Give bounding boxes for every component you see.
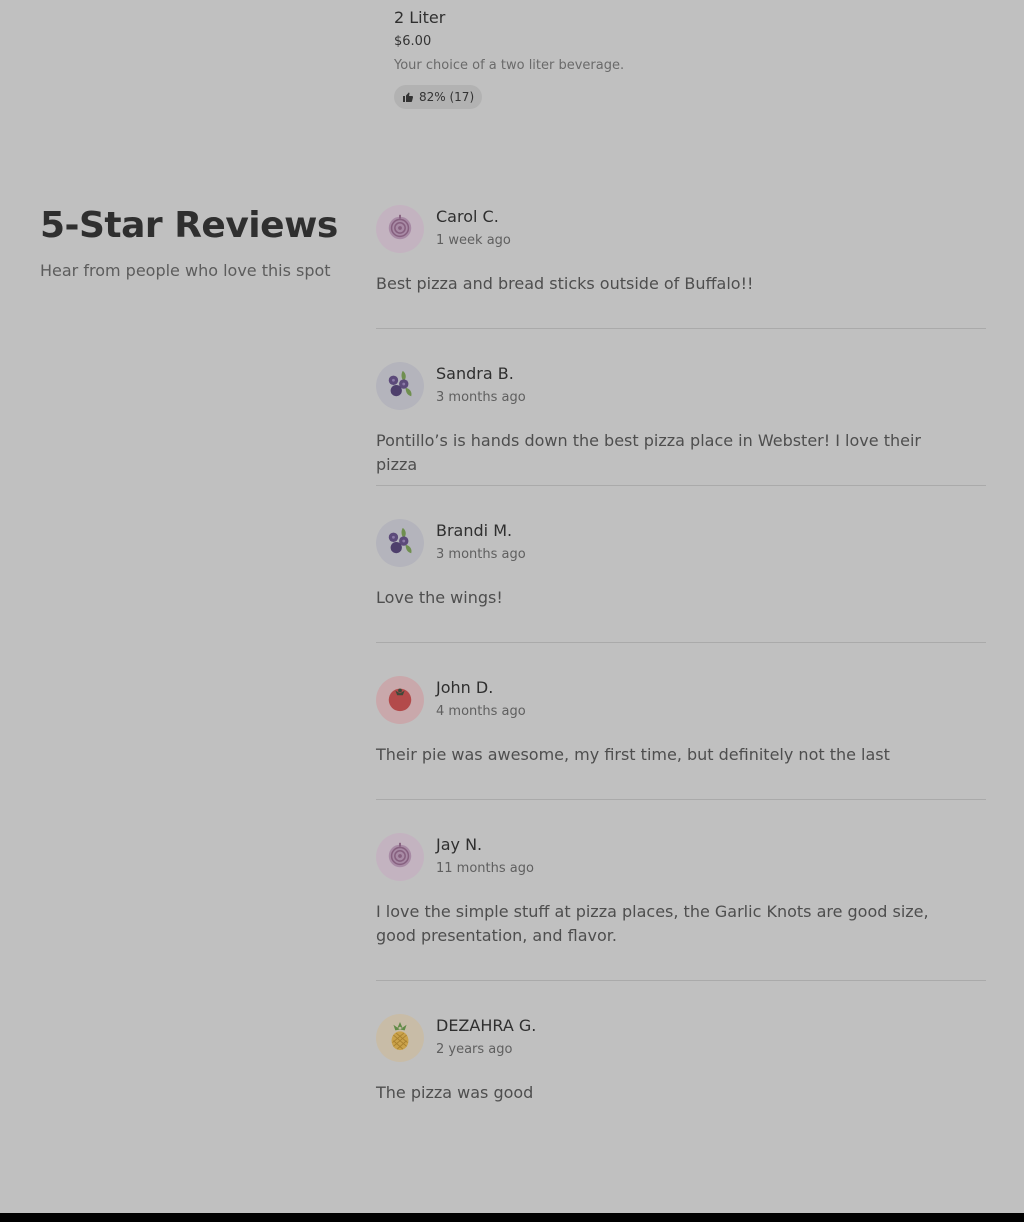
- footer-bar: [0, 1213, 1024, 1222]
- review-divider: [376, 485, 986, 486]
- onion-icon: [385, 212, 415, 246]
- thumbs-up-icon: [403, 92, 414, 102]
- review-divider: [376, 980, 986, 981]
- tomato-icon: [385, 683, 415, 717]
- blueberry-icon: [385, 369, 415, 403]
- menu-item-name: 2 Liter: [394, 8, 446, 27]
- avatar: [376, 519, 424, 567]
- review-date: 11 months ago: [436, 861, 534, 876]
- review-text: Best pizza and bread sticks outside of B…: [376, 274, 754, 293]
- onion-icon: [385, 840, 415, 874]
- reviews-heading: 5-Star Reviews: [40, 205, 338, 246]
- reviewer-name: John D.: [436, 678, 494, 697]
- menu-item-price: $6.00: [394, 34, 432, 49]
- avatar: [376, 676, 424, 724]
- review-date: 4 months ago: [436, 704, 526, 719]
- menu-item-card[interactable]: 2 Liter $6.00 Your choice of a two liter…: [394, 6, 624, 109]
- review-text: The pizza was good: [376, 1083, 534, 1102]
- avatar: [376, 833, 424, 881]
- review-date: 3 months ago: [436, 390, 526, 405]
- reviewer-name: Carol C.: [436, 207, 499, 226]
- menu-item-description: Your choice of a two liter beverage.: [394, 58, 625, 73]
- review-text: I love the simple stuff at pizza places,…: [376, 902, 929, 945]
- review-date: 3 months ago: [436, 547, 526, 562]
- avatar: [376, 362, 424, 410]
- avatar: [376, 205, 424, 253]
- rating-text: 82% (17): [419, 90, 475, 104]
- review-divider: [376, 328, 986, 329]
- review-divider: [376, 799, 986, 800]
- pineapple-icon: [385, 1021, 415, 1055]
- review-text: Pontillo’s is hands down the best pizza …: [376, 431, 921, 474]
- rating-badge: 82% (17): [394, 85, 483, 109]
- reviewer-name: Sandra B.: [436, 364, 514, 383]
- reviews-subtitle: Hear from people who love this spot: [40, 261, 331, 280]
- review-divider: [376, 642, 986, 643]
- reviewer-name: DEZAHRA G.: [436, 1016, 537, 1035]
- review-text: Love the wings!: [376, 588, 503, 607]
- blueberry-icon: [385, 526, 415, 560]
- review-text: Their pie was awesome, my first time, bu…: [376, 745, 890, 764]
- review-date: 1 week ago: [436, 233, 511, 248]
- reviewer-name: Brandi M.: [436, 521, 513, 540]
- avatar: [376, 1014, 424, 1062]
- reviewer-name: Jay N.: [436, 835, 483, 854]
- review-date: 2 years ago: [436, 1042, 513, 1057]
